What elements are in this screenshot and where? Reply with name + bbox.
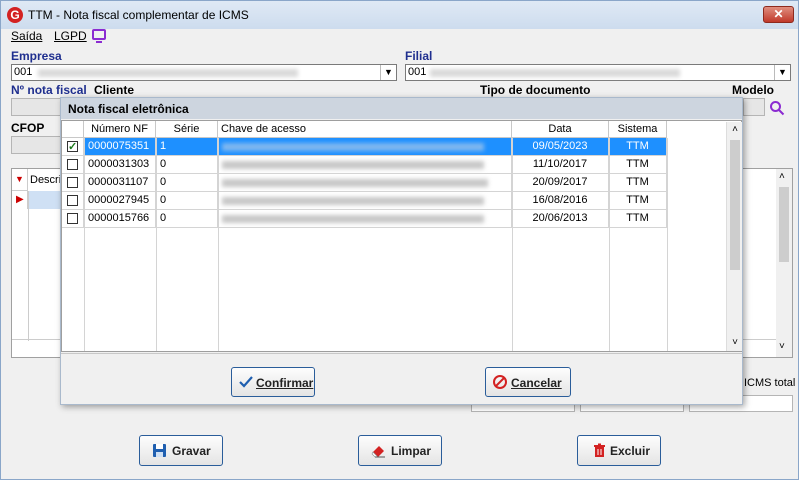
confirmar-button[interactable]: Confirmar bbox=[231, 367, 315, 397]
col-header-sistema[interactable]: Sistema bbox=[609, 121, 667, 138]
menu-bar: Saída LGPD bbox=[1, 29, 798, 47]
row-checkbox[interactable] bbox=[67, 159, 78, 170]
limpar-button[interactable]: Limpar bbox=[358, 435, 442, 466]
chevron-down-icon[interactable]: ˅ bbox=[779, 341, 785, 352]
chevron-down-icon[interactable]: ▼ bbox=[380, 65, 396, 80]
cell-chave-acesso bbox=[218, 138, 512, 156]
modelo-label: Modelo bbox=[732, 83, 774, 97]
menu-saida[interactable]: Saída bbox=[11, 29, 42, 43]
grid-selected-cell[interactable] bbox=[28, 191, 60, 209]
cell-chave-acesso bbox=[218, 156, 512, 174]
cell-data: 20/09/2017 bbox=[512, 174, 609, 192]
empresa-select[interactable]: 001 ▼ bbox=[11, 64, 397, 81]
nfe-dialog-title: Nota fiscal eletrônica bbox=[68, 102, 189, 116]
col-header-chave[interactable]: Chave de acesso bbox=[218, 121, 512, 138]
cell-chave-acesso bbox=[218, 210, 512, 228]
cell-serie: 1 bbox=[156, 138, 218, 156]
nfe-dialog: Nota fiscal eletrônica Número NF Série C… bbox=[60, 97, 743, 405]
filial-label: Filial bbox=[405, 49, 433, 63]
cancel-icon bbox=[492, 374, 507, 389]
search-icon[interactable] bbox=[769, 100, 785, 116]
row-checkbox[interactable] bbox=[67, 195, 78, 206]
nfe-list-scrollbar[interactable]: ˄ ˅ bbox=[726, 122, 742, 351]
cell-sistema: TTM bbox=[609, 210, 667, 228]
tipo-documento-label: Tipo de documento bbox=[480, 83, 591, 97]
scroll-thumb[interactable] bbox=[730, 140, 740, 270]
window-title: TTM - Nota fiscal complementar de ICMS bbox=[28, 8, 249, 22]
cell-serie: 0 bbox=[156, 210, 218, 228]
row-checkbox[interactable] bbox=[67, 213, 78, 224]
sort-down-icon[interactable]: ▼ bbox=[15, 174, 24, 184]
nfe-row[interactable]: 0000015766 0 20/06/2013 TTM bbox=[62, 210, 667, 228]
menu-lgpd[interactable]: LGPD bbox=[54, 29, 87, 43]
cell-numero-nf: 0000027945 bbox=[84, 192, 156, 210]
nota-fiscal-field[interactable] bbox=[11, 98, 63, 116]
nfe-list[interactable]: Número NF Série Chave de acesso Data Sis… bbox=[61, 120, 742, 352]
cell-numero-nf: 0000031107 bbox=[84, 174, 156, 192]
save-icon bbox=[152, 443, 167, 458]
cfop-field[interactable] bbox=[11, 136, 63, 154]
nota-fiscal-label: Nº nota fiscal bbox=[11, 83, 87, 97]
col-header-data[interactable]: Data bbox=[512, 121, 609, 138]
excluir-button[interactable]: Excluir bbox=[577, 435, 661, 466]
cfop-label: CFOP bbox=[11, 121, 45, 135]
nfe-row[interactable]: 0000027945 0 16/08/2016 TTM bbox=[62, 192, 667, 210]
close-button[interactable]: ✕ bbox=[763, 6, 794, 23]
cell-chave-acesso bbox=[218, 192, 512, 210]
nfe-row[interactable]: 0000031107 0 20/09/2017 TTM bbox=[62, 174, 667, 192]
nfe-row[interactable]: 00000753511 09/05/2023TTM bbox=[62, 138, 667, 156]
cell-serie: 0 bbox=[156, 174, 218, 192]
grid-scrollbar[interactable]: ˄ ˅ bbox=[776, 169, 792, 357]
row-pointer-icon: ▶ bbox=[16, 194, 24, 205]
cell-sistema: TTM bbox=[609, 156, 667, 174]
empresa-label: Empresa bbox=[11, 49, 62, 63]
gravar-button[interactable]: Gravar bbox=[139, 435, 223, 466]
cell-data: 16/08/2016 bbox=[512, 192, 609, 210]
col-header-serie[interactable]: Série bbox=[156, 121, 218, 138]
cell-serie: 0 bbox=[156, 156, 218, 174]
cell-serie: 0 bbox=[156, 192, 218, 210]
modelo-field[interactable] bbox=[743, 98, 765, 116]
chevron-down-icon[interactable]: ▼ bbox=[774, 65, 790, 80]
cell-data: 11/10/2017 bbox=[512, 156, 609, 174]
checkmark-icon bbox=[238, 374, 253, 389]
main-window: G TTM - Nota fiscal complementar de ICMS… bbox=[0, 0, 799, 480]
cell-sistema: TTM bbox=[609, 192, 667, 210]
cell-numero-nf: 0000031303 bbox=[84, 156, 156, 174]
nfe-row[interactable]: 0000031303 0 11/10/2017 TTM bbox=[62, 156, 667, 174]
cell-numero-nf: 0000015766 bbox=[84, 210, 156, 228]
cell-data: 09/05/2023 bbox=[512, 138, 609, 156]
monitor-icon[interactable] bbox=[92, 29, 106, 43]
cell-sistema: TTM bbox=[609, 138, 667, 156]
cliente-label: Cliente bbox=[94, 83, 135, 97]
eraser-icon bbox=[371, 443, 386, 458]
chevron-up-icon[interactable]: ˄ bbox=[779, 171, 785, 182]
row-checkbox[interactable] bbox=[67, 177, 78, 188]
app-logo-icon: G bbox=[7, 7, 23, 23]
chevron-up-icon[interactable]: ˄ bbox=[727, 122, 743, 138]
grid-descricao-header[interactable]: Descri bbox=[30, 174, 61, 186]
title-bar: G TTM - Nota fiscal complementar de ICMS… bbox=[1, 1, 798, 29]
cell-numero-nf: 0000075351 bbox=[84, 138, 156, 156]
chevron-down-icon[interactable]: ˅ bbox=[727, 335, 743, 351]
col-header-check bbox=[62, 121, 84, 138]
cell-sistema: TTM bbox=[609, 174, 667, 192]
filial-select[interactable]: 001 ▼ bbox=[405, 64, 791, 81]
cancelar-button[interactable]: Cancelar bbox=[485, 367, 571, 397]
trash-icon bbox=[592, 443, 607, 458]
cell-data: 20/06/2013 bbox=[512, 210, 609, 228]
row-checkbox[interactable] bbox=[67, 139, 78, 155]
nfe-dialog-footer: Confirmar Cancelar bbox=[61, 353, 742, 404]
icms-total-label: ICMS total bbox=[744, 377, 796, 389]
col-header-numero[interactable]: Número NF bbox=[84, 121, 156, 138]
cell-chave-acesso bbox=[218, 174, 512, 192]
nfe-dialog-header: Nota fiscal eletrônica bbox=[61, 98, 742, 119]
